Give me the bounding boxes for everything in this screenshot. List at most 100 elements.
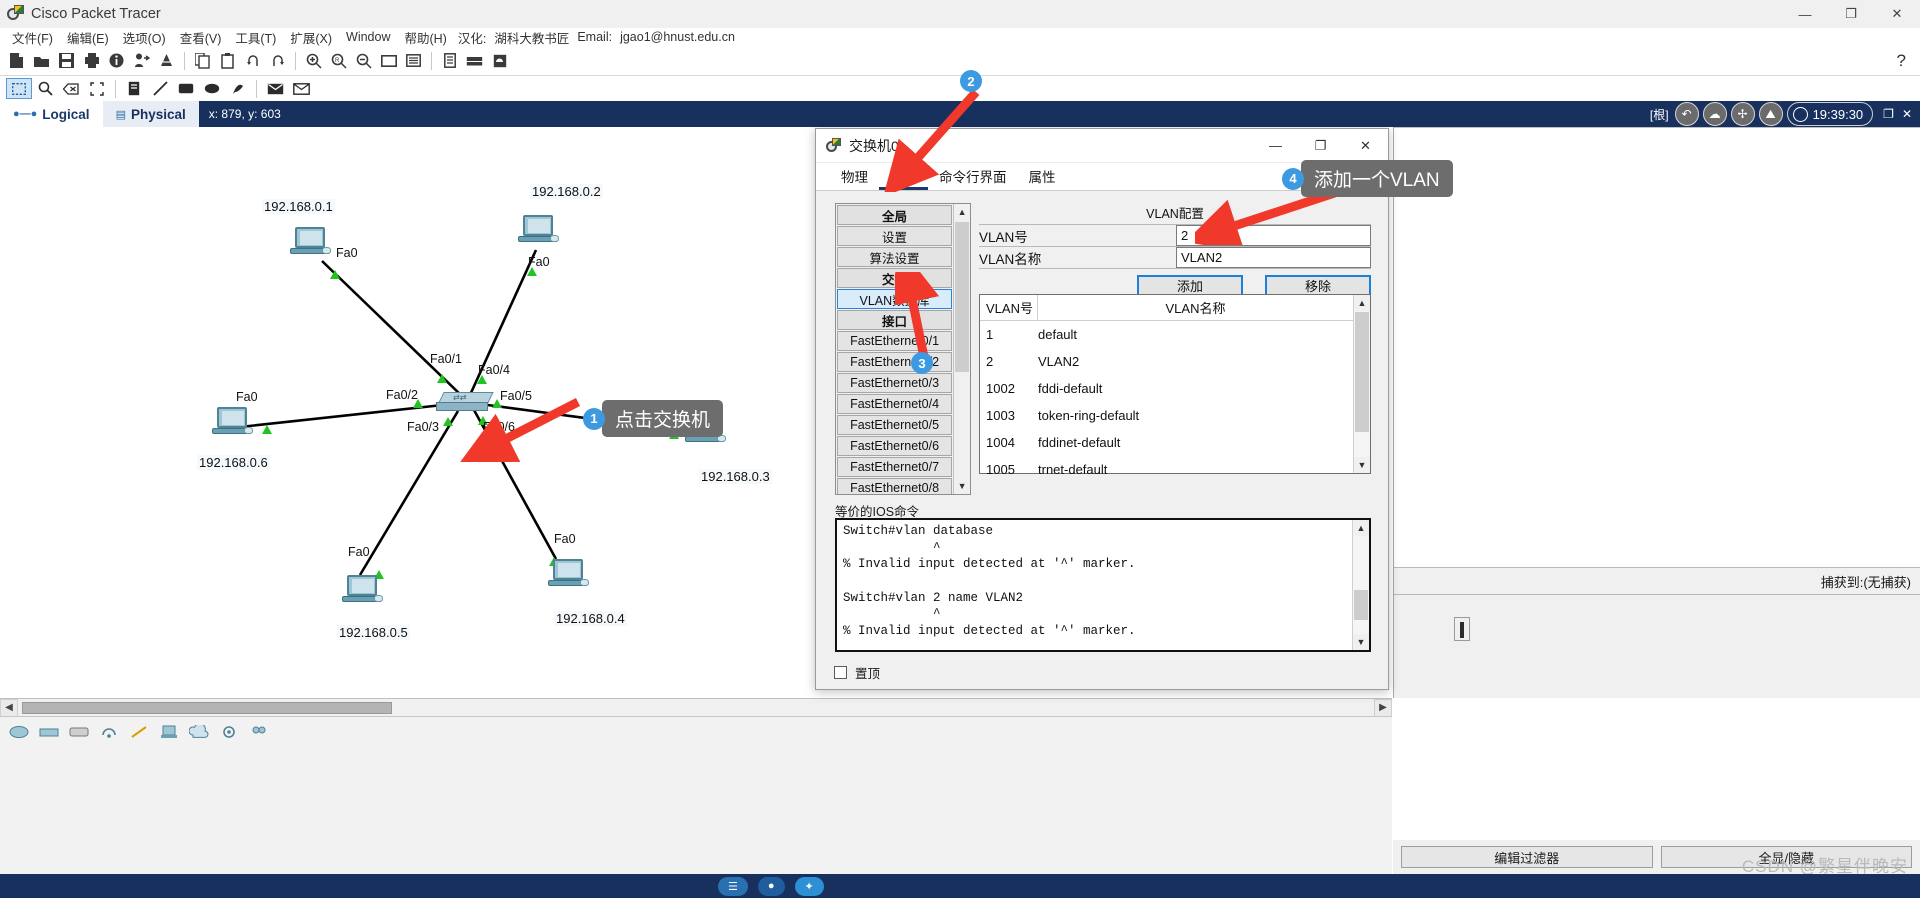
scroll-down-icon[interactable]: ▼: [1353, 634, 1369, 650]
undo-icon[interactable]: [240, 49, 265, 73]
simulation-clock[interactable]: 19:39:30: [1786, 102, 1874, 126]
zoom-reset-icon[interactable]: R: [326, 49, 351, 73]
simple-pdu-icon[interactable]: [262, 78, 288, 99]
device-switch0[interactable]: ⇄⇄: [436, 392, 494, 414]
sidebar-item-interface[interactable]: 接口: [837, 310, 953, 330]
device-pc6[interactable]: [212, 407, 253, 437]
sidebar-item-fa0-5[interactable]: FastEthernet0/5: [837, 415, 953, 435]
dialog-maximize-button[interactable]: ❐: [1298, 129, 1343, 163]
menu-options[interactable]: 选项(O): [116, 28, 173, 47]
ios-commands-box[interactable]: Switch#vlan database ^ % Invalid input d…: [835, 518, 1371, 652]
scroll-up-icon[interactable]: ▲: [954, 204, 970, 220]
draw-ellipse-icon[interactable]: [199, 78, 225, 99]
resize-icon[interactable]: [84, 78, 110, 99]
viewport-icon[interactable]: ⛰: [1758, 102, 1783, 126]
scroll-up-icon[interactable]: ▲: [1354, 295, 1370, 311]
switch-category-icon[interactable]: [36, 721, 62, 743]
table-row[interactable]: 1002 fddi-default: [980, 375, 1353, 402]
draw-free-icon[interactable]: [225, 78, 251, 99]
menu-edit[interactable]: 编辑(E): [60, 28, 116, 47]
palette-icon[interactable]: [376, 49, 401, 73]
draw-rect-icon[interactable]: [173, 78, 199, 99]
device-pc4[interactable]: [548, 559, 589, 589]
wireless-category-icon[interactable]: [96, 721, 122, 743]
pdu-list-icon[interactable]: [462, 49, 487, 73]
table-row[interactable]: 2 VLAN2: [980, 348, 1353, 375]
ios-scroll-thumb[interactable]: [1354, 590, 1368, 620]
menu-extensions[interactable]: 扩展(X): [283, 28, 339, 47]
scroll-left-icon[interactable]: ◀: [0, 698, 18, 717]
zoom-out-icon[interactable]: [351, 49, 376, 73]
sidebar-item-fa0-2[interactable]: FastEthernet0/2: [837, 352, 953, 372]
activity-wizard-icon[interactable]: [129, 49, 154, 73]
cloud-add-icon[interactable]: ☁: [1702, 102, 1727, 126]
move-icon[interactable]: ✢: [1730, 102, 1755, 126]
menu-help[interactable]: 帮助(H): [397, 28, 453, 47]
scenario-thumbnail-icon[interactable]: [1454, 617, 1470, 641]
tab-cli[interactable]: 命令行界面: [928, 163, 1018, 190]
sidebar-item-global[interactable]: 全局: [837, 205, 953, 225]
vlan-table-scrollbar[interactable]: ▲ ▼: [1353, 295, 1370, 473]
tab-config[interactable]: 配置: [879, 160, 928, 190]
print-icon[interactable]: [79, 49, 104, 73]
menu-tools[interactable]: 工具(T): [228, 28, 283, 47]
add-vlan-button[interactable]: 添加: [1137, 275, 1243, 296]
device-palette-bar[interactable]: [0, 716, 1392, 880]
scenario-panel[interactable]: [1394, 595, 1920, 698]
complex-pdu-icon[interactable]: [288, 78, 314, 99]
multiuser-category-icon[interactable]: [246, 721, 272, 743]
taskbar-item-2[interactable]: ●: [757, 876, 785, 896]
network-icon[interactable]: [487, 49, 512, 73]
new-file-icon[interactable]: [4, 49, 29, 73]
canvas-horizontal-scrollbar[interactable]: ◀ ▶: [0, 698, 1392, 717]
vlan-table[interactable]: VLAN号 VLAN名称 1 default 2 VLAN2 1002 fddi…: [979, 294, 1371, 477]
config-sidebar-list[interactable]: 全局 设置 算法设置 交换 VLAN数据库 接口 FastEthernet0/1…: [836, 204, 953, 494]
tab-physical[interactable]: 物理: [830, 163, 879, 190]
connections-category-icon[interactable]: [126, 721, 152, 743]
tab-physical[interactable]: ▤ Physical: [102, 101, 199, 127]
dialog-close-button[interactable]: ✕: [1343, 129, 1388, 163]
sidebar-item-algorithm-settings[interactable]: 算法设置: [837, 247, 953, 267]
remove-vlan-button[interactable]: 移除: [1265, 275, 1371, 296]
inspect-icon[interactable]: [32, 78, 58, 99]
table-row[interactable]: 1005 trnet-default: [980, 456, 1353, 483]
minimize-button[interactable]: —: [1782, 0, 1828, 28]
tab-attributes[interactable]: 属性: [1018, 163, 1067, 190]
sidebar-item-fa0-7[interactable]: FastEthernet0/7: [837, 457, 953, 477]
wan-category-icon[interactable]: [186, 721, 212, 743]
enddevices-category-icon[interactable]: [156, 721, 182, 743]
sidebar-item-fa0-6[interactable]: FastEthernet0/6: [837, 436, 953, 456]
sidebar-scroll-thumb[interactable]: [955, 222, 970, 372]
config-sidebar[interactable]: 全局 设置 算法设置 交换 VLAN数据库 接口 FastEthernet0/1…: [835, 203, 971, 495]
scroll-down-icon[interactable]: ▼: [954, 478, 970, 494]
sidebar-item-fa0-1[interactable]: FastEthernet0/1: [837, 331, 953, 351]
device-pc2[interactable]: [518, 215, 559, 245]
paste-icon[interactable]: [215, 49, 240, 73]
help-question-icon[interactable]: ?: [1897, 51, 1906, 71]
scroll-up-icon[interactable]: ▲: [1353, 520, 1369, 536]
draw-line-icon[interactable]: [147, 78, 173, 99]
router-category-icon[interactable]: [6, 721, 32, 743]
select-icon[interactable]: [6, 78, 32, 99]
sidebar-item-switching[interactable]: 交换: [837, 268, 953, 288]
tab-logical[interactable]: ●—● Logical: [0, 101, 103, 127]
ios-scrollbar[interactable]: ▲ ▼: [1352, 520, 1369, 650]
device-pc5[interactable]: [342, 575, 383, 605]
sidebar-scrollbar[interactable]: ▲ ▼: [953, 204, 970, 494]
hub-category-icon[interactable]: [66, 721, 92, 743]
always-on-top-checkbox[interactable]: [834, 665, 847, 679]
switch-config-dialog[interactable]: 交换机0 — ❐ ✕ 物理 配置 命令行界面 属性 全局 设置 算法设置 交换 …: [815, 128, 1389, 690]
taskbar-item-1[interactable]: ☰: [718, 876, 748, 896]
inner-close-button[interactable]: ✕: [1902, 107, 1912, 121]
menu-window[interactable]: Window: [339, 30, 397, 44]
components-category-icon[interactable]: [216, 721, 242, 743]
copy-icon[interactable]: [190, 49, 215, 73]
scroll-right-icon[interactable]: ▶: [1374, 698, 1392, 717]
zoom-in-icon[interactable]: [301, 49, 326, 73]
note-icon[interactable]: [121, 78, 147, 99]
redo-icon[interactable]: [265, 49, 290, 73]
info-icon[interactable]: [104, 49, 129, 73]
dialog-minimize-button[interactable]: —: [1253, 129, 1298, 163]
sidebar-item-fa0-3[interactable]: FastEthernet0/3: [837, 373, 953, 393]
menu-view[interactable]: 查看(V): [173, 28, 229, 47]
